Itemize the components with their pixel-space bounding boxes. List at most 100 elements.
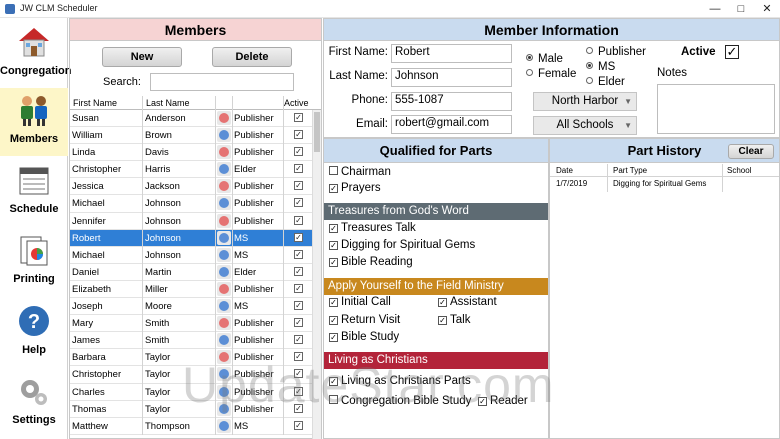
active-checkbox[interactable]: ✓: [725, 45, 739, 59]
male-radio[interactable]: Male: [526, 53, 563, 65]
nav-schedule[interactable]: Schedule: [0, 158, 68, 226]
active-checkbox[interactable]: ✓: [294, 164, 303, 174]
active-checkbox[interactable]: ✓: [294, 266, 303, 276]
col-last-name[interactable]: Last Name: [146, 98, 190, 108]
checkbox-box: ✓: [329, 241, 338, 250]
col-first-name[interactable]: First Name: [73, 98, 117, 108]
new-member-button[interactable]: New: [102, 47, 182, 67]
clear-history-button[interactable]: Clear: [728, 144, 774, 159]
ms-radio[interactable]: MS: [586, 61, 615, 73]
notes-field[interactable]: [657, 84, 775, 134]
history-row[interactable]: 1/7/2019 Digging for Spiritual Gems: [550, 177, 779, 190]
nav-label-help: Help: [22, 344, 46, 356]
window-title: JW CLM Scheduler: [20, 3, 98, 13]
history-date: 1/7/2019: [556, 179, 588, 188]
cell-first-name: Daniel: [72, 266, 99, 278]
female-radio[interactable]: Female: [526, 68, 576, 80]
elder-radio[interactable]: Elder: [586, 76, 625, 88]
prayers-label: Prayers: [341, 182, 381, 194]
last-name-field[interactable]: Johnson: [391, 68, 512, 87]
cell-first-name: Joseph: [72, 301, 103, 313]
active-checkbox[interactable]: ✓: [294, 335, 303, 345]
cell-status: MS: [234, 249, 249, 261]
publisher-label: Publisher: [598, 46, 646, 58]
scroll-thumb[interactable]: [314, 112, 320, 152]
nav-members[interactable]: Members: [0, 88, 68, 156]
col-school[interactable]: School: [727, 166, 751, 175]
avatar-icon: [217, 179, 231, 194]
radio-dot: [526, 69, 533, 76]
grid-divider: [142, 96, 143, 435]
history-header: Date Part Type School: [550, 164, 779, 177]
return-visit-checkbox[interactable]: ✓ Return Visit: [329, 314, 400, 326]
avatar-face: [219, 198, 229, 209]
cell-status: Publisher: [234, 130, 274, 142]
email-field[interactable]: robert@gmail.com: [391, 115, 512, 134]
ms-label: MS: [598, 61, 616, 73]
col-date[interactable]: Date: [556, 166, 573, 175]
cell-first-name: James: [72, 335, 100, 347]
cell-last-name: Harris: [145, 164, 171, 176]
checkbox-box: ✓: [329, 333, 338, 342]
cell-status: MS: [234, 301, 249, 313]
cell-last-name: Johnson: [145, 249, 181, 261]
assistant-label: Assistant: [450, 296, 497, 308]
avatar-icon: [217, 264, 231, 279]
title-bar: JW CLM Scheduler — □ ✕: [0, 0, 780, 18]
last-name-label: Last Name:: [329, 70, 388, 82]
app-icon: [5, 4, 15, 14]
bible-reading-checkbox[interactable]: ✓ Bible Reading: [329, 256, 413, 268]
active-checkbox[interactable]: ✓: [294, 420, 303, 430]
group-select[interactable]: North Harbor ▼: [533, 92, 637, 111]
search-label: Search:: [103, 76, 141, 88]
school-select[interactable]: All Schools ▼: [533, 116, 637, 135]
active-checkbox[interactable]: ✓: [294, 113, 303, 122]
nav-settings[interactable]: Settings: [0, 369, 68, 437]
nav-label-members: Members: [9, 133, 59, 145]
cell-first-name: Christopher: [72, 369, 122, 381]
cell-first-name: Mary: [72, 318, 94, 330]
school-select-value: All Schools: [556, 119, 614, 131]
nav-printing[interactable]: Printing: [0, 228, 68, 296]
cell-first-name: Christopher: [72, 164, 122, 176]
bible-study-checkbox[interactable]: ✓ Bible Study: [329, 331, 399, 343]
active-checkbox[interactable]: ✓: [294, 130, 303, 140]
close-button[interactable]: ✕: [752, 0, 780, 18]
phone-field[interactable]: 555-1087: [391, 92, 512, 111]
active-checkbox[interactable]: ✓: [294, 181, 303, 191]
chairman-checkbox[interactable]: Chairman: [329, 166, 391, 178]
avatar-face: [219, 130, 229, 141]
member-info-title: Member Information: [324, 19, 779, 41]
active-checkbox[interactable]: ✓: [294, 249, 303, 259]
active-checkbox[interactable]: ✓: [294, 318, 303, 328]
avatar-icon: [217, 196, 231, 211]
col-part-type[interactable]: Part Type: [613, 166, 647, 175]
talk-checkbox[interactable]: ✓ Talk: [438, 314, 470, 326]
nav-help[interactable]: ? Help: [0, 299, 68, 367]
col-active[interactable]: Active: [284, 98, 309, 108]
cell-status: Elder: [234, 266, 257, 278]
search-input[interactable]: [150, 73, 294, 91]
watermark: UpdateStar.com: [182, 357, 555, 413]
house-icon: [19, 28, 49, 57]
delete-member-button[interactable]: Delete: [212, 47, 292, 67]
avatar-face: [219, 215, 229, 226]
chevron-down-icon: ▼: [624, 97, 632, 106]
publisher-radio[interactable]: Publisher: [586, 46, 646, 58]
active-checkbox[interactable]: ✓: [294, 232, 303, 242]
first-name-field[interactable]: Robert: [391, 44, 512, 63]
initial-call-checkbox[interactable]: ✓ Initial Call: [329, 296, 391, 308]
digging-label: Digging for Spiritual Gems: [341, 239, 476, 251]
prayers-checkbox[interactable]: ✓ Prayers: [329, 182, 381, 194]
active-checkbox[interactable]: ✓: [294, 283, 303, 293]
treasures-talk-checkbox[interactable]: ✓ Treasures Talk: [329, 222, 416, 234]
active-checkbox[interactable]: ✓: [294, 147, 303, 157]
digging-checkbox[interactable]: ✓ Digging for Spiritual Gems: [329, 239, 475, 251]
active-checkbox[interactable]: ✓: [294, 215, 303, 225]
active-checkbox[interactable]: ✓: [294, 198, 303, 208]
avatar-icon: [217, 230, 231, 245]
nav-congregation[interactable]: Congregation: [0, 20, 72, 88]
active-checkbox[interactable]: ✓: [294, 301, 303, 311]
elder-label: Elder: [598, 76, 625, 88]
assistant-checkbox[interactable]: ✓ Assistant: [438, 296, 497, 308]
